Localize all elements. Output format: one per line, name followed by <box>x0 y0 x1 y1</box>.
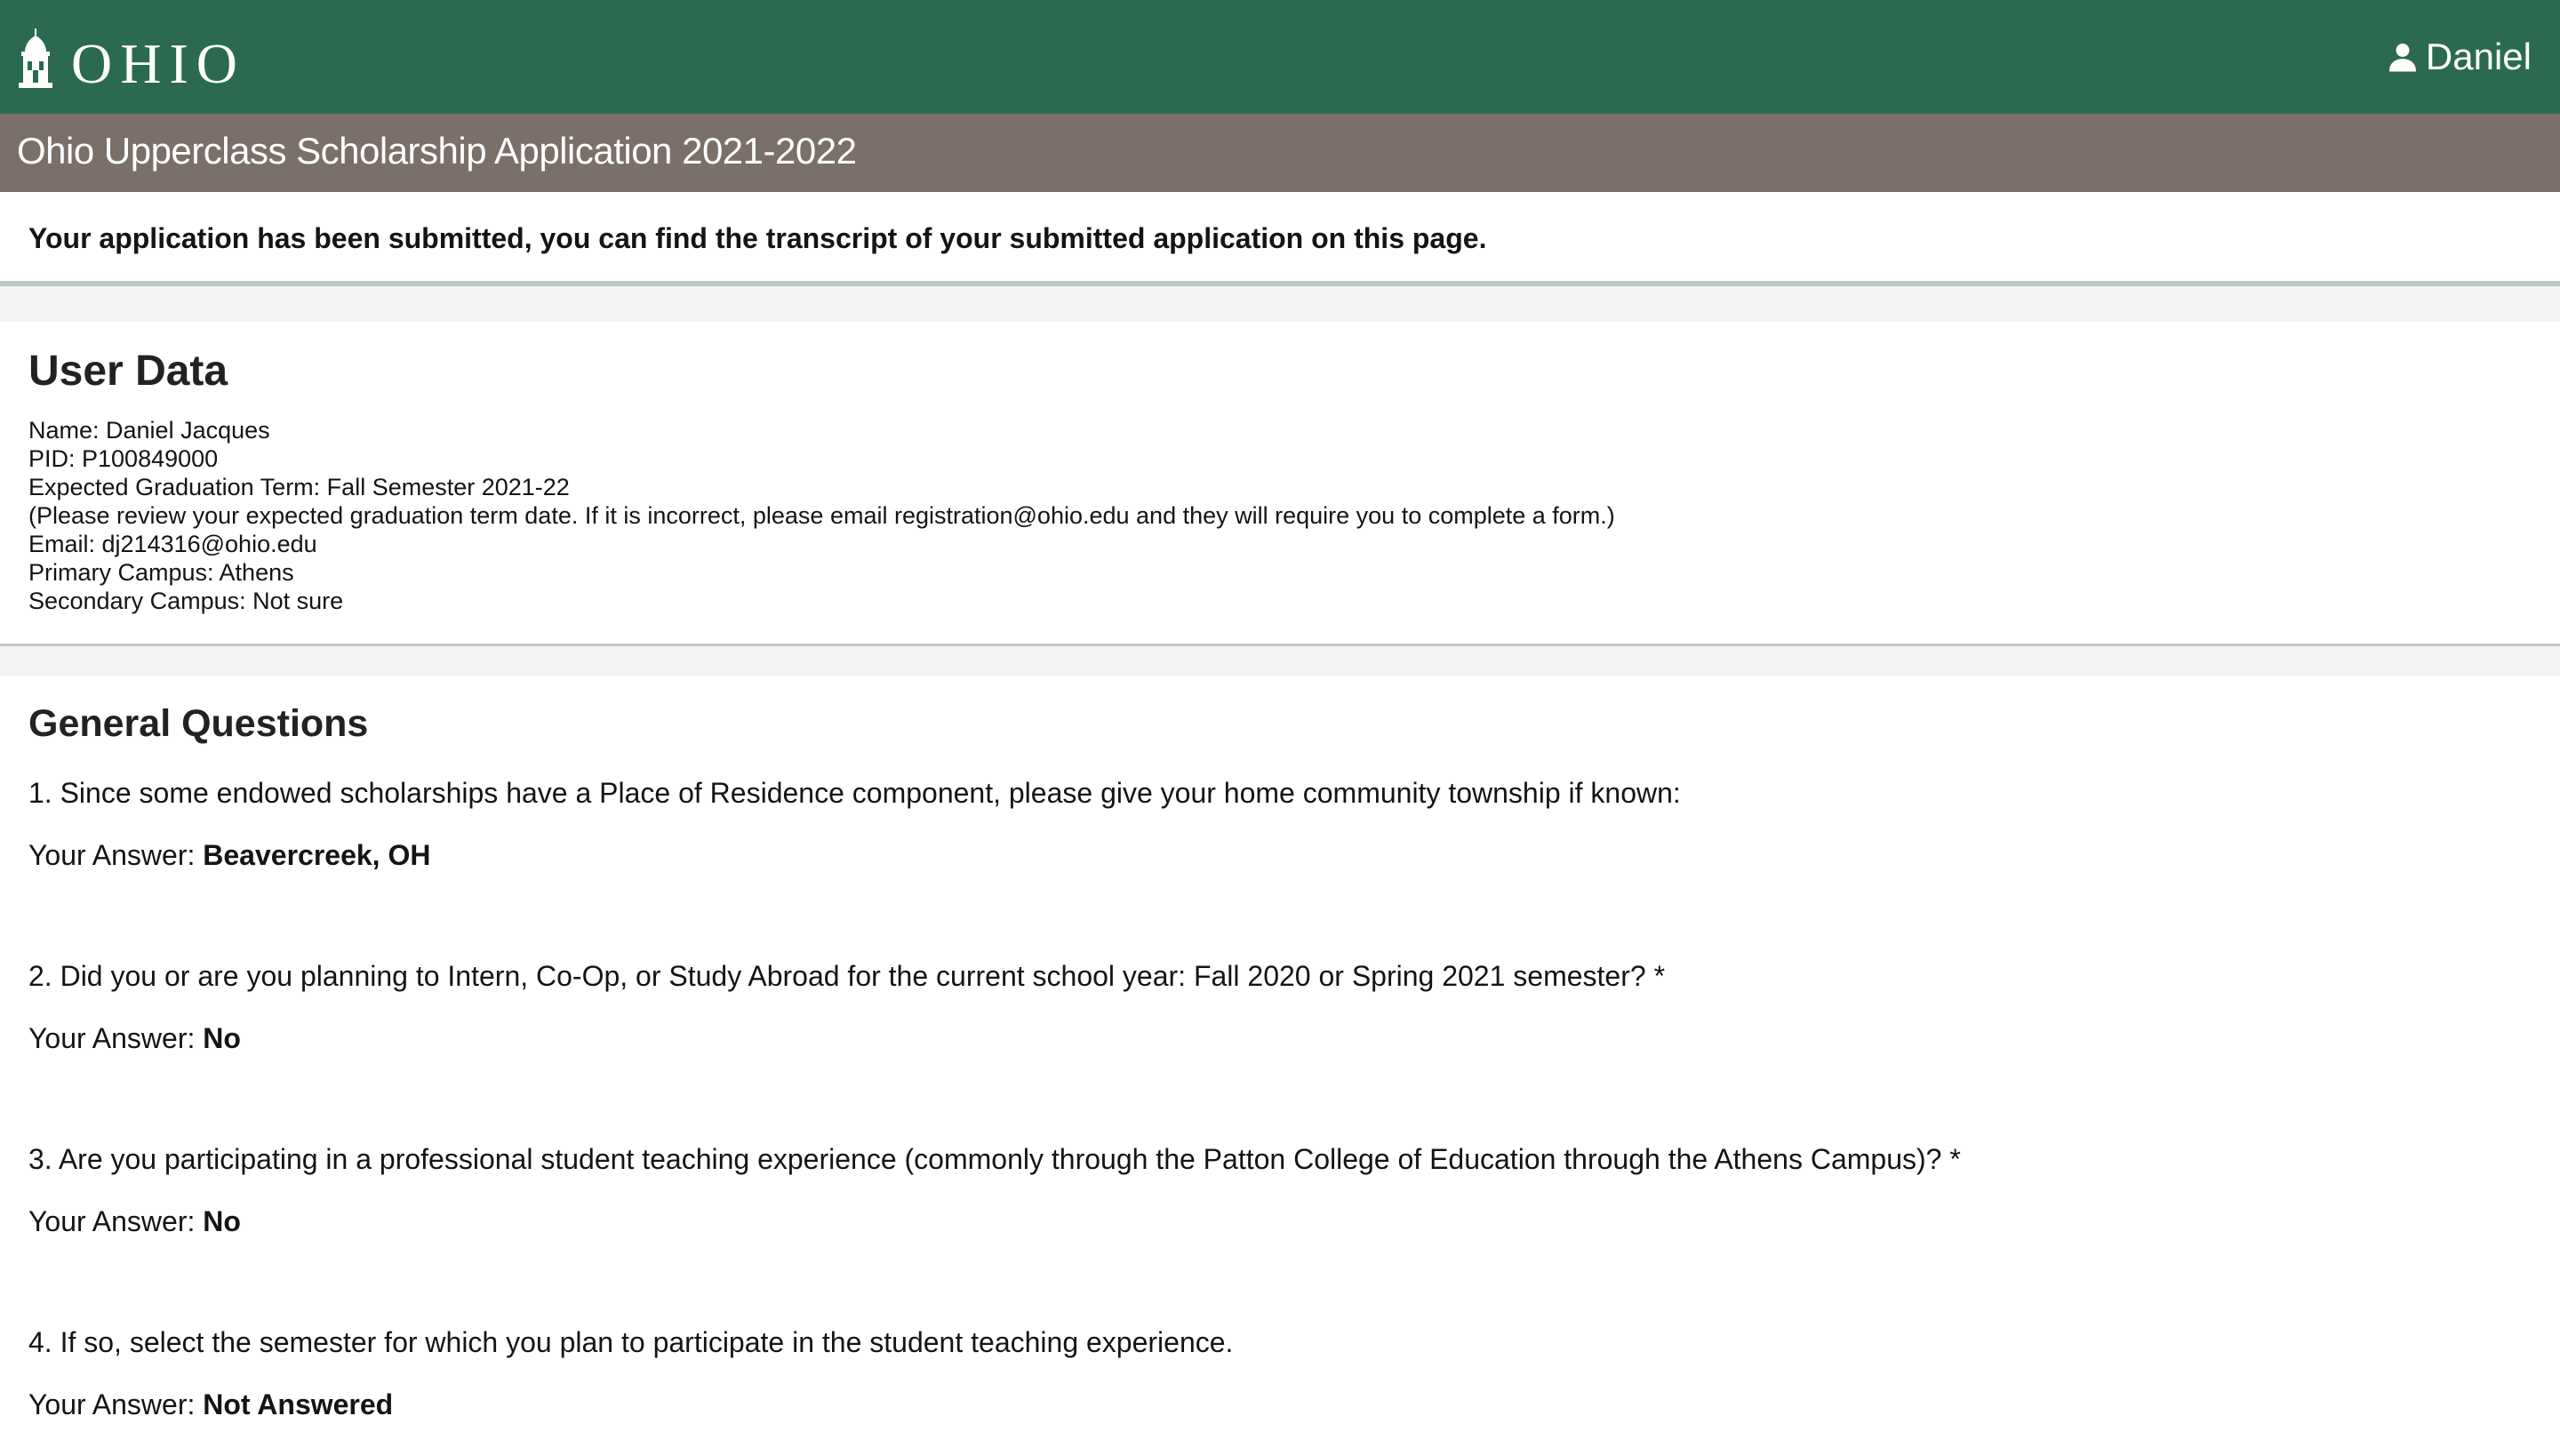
answer-2: Your Answer: No <box>28 1022 241 1055</box>
primary-campus-line: Primary Campus: Athens <box>28 559 294 586</box>
top-navbar: OHIO Daniel <box>0 0 2560 114</box>
application-title-bar: Ohio Upperclass Scholarship Application … <box>0 114 2560 192</box>
user-pid-line: PID: P100849000 <box>28 445 219 472</box>
application-title: Ohio Upperclass Scholarship Application … <box>17 130 857 172</box>
submission-notice: Your application has been submitted, you… <box>0 192 2560 286</box>
user-data-heading: User Data <box>28 348 228 395</box>
user-data-lines: Name: Daniel Jacques PID: P100849000 Exp… <box>28 416 1615 615</box>
question-4: 4. If so, select the semester for which … <box>28 1326 1234 1358</box>
answer-value: No <box>203 1205 241 1237</box>
user-icon <box>2388 44 2416 72</box>
answer-label: Your Answer: <box>28 1022 196 1054</box>
general-questions-card: General Questions 1. Since some endowed … <box>0 676 2560 1456</box>
answer-value: No <box>203 1022 241 1054</box>
user-menu[interactable]: Daniel <box>2387 32 2532 82</box>
answer-value: Not Answered <box>203 1388 394 1420</box>
graduation-term-note: (Please review your expected graduation … <box>28 502 1615 529</box>
question-1: 1. Since some endowed scholarships have … <box>28 777 1681 809</box>
ohio-logo[interactable]: OHIO <box>16 27 245 95</box>
cupola-icon <box>19 28 52 88</box>
answer-label: Your Answer: <box>28 1205 196 1237</box>
answer-label: Your Answer: <box>28 1388 196 1420</box>
question-2: 2. Did you or are you planning to Intern… <box>28 960 1666 992</box>
user-name: Daniel <box>2425 36 2532 77</box>
answer-3: Your Answer: No <box>28 1205 241 1238</box>
graduation-term-line: Expected Graduation Term: Fall Semester … <box>28 474 570 500</box>
user-email-line: Email: dj214316@ohio.edu <box>28 531 317 557</box>
answer-4: Your Answer: Not Answered <box>28 1388 393 1421</box>
user-data-card: User Data Name: Daniel Jacques PID: P100… <box>0 322 2560 646</box>
logo-wordmark: OHIO <box>71 32 245 95</box>
submission-notice-text: Your application has been submitted, you… <box>28 222 1487 254</box>
user-name-line: Name: Daniel Jacques <box>28 417 270 444</box>
answer-label: Your Answer: <box>28 839 196 871</box>
general-questions-heading: General Questions <box>28 702 369 745</box>
answer-1: Your Answer: Beavercreek, OH <box>28 839 430 872</box>
answer-value: Beavercreek, OH <box>203 839 431 871</box>
question-3: 3. Are you participating in a profession… <box>28 1143 1961 1175</box>
secondary-campus-line: Secondary Campus: Not sure <box>28 588 344 614</box>
